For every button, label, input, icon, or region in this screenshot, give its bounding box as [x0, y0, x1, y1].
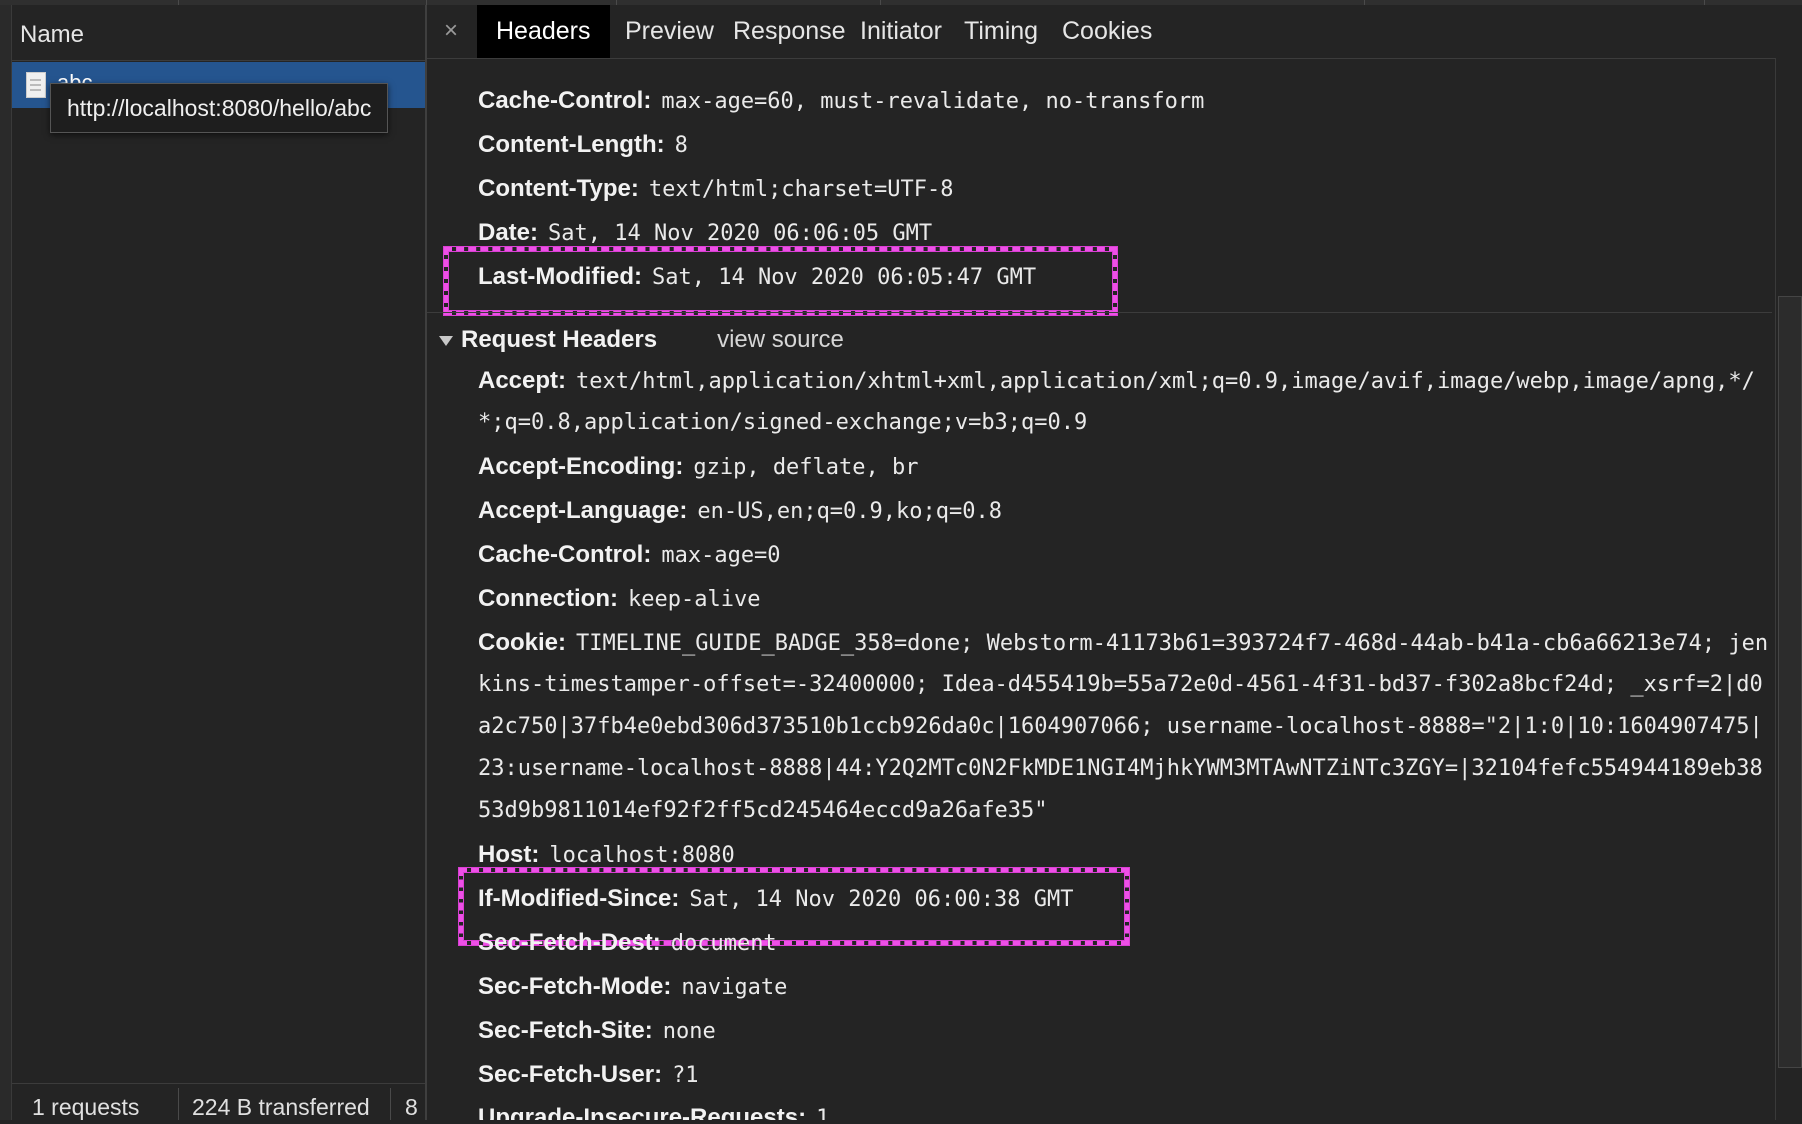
request-details-pane: × Headers Preview Response Initiator Tim… [427, 5, 1802, 1120]
request-headers-section[interactable]: Request Headers view source [439, 320, 844, 360]
header-name: Cookie: [478, 629, 567, 656]
header-name: Content-Type: [478, 175, 639, 202]
header-name: Content-Length: [478, 131, 665, 158]
header-value: max-age=0 [661, 543, 781, 568]
clipped-header-row: . [478, 58, 485, 64]
section-title: Request Headers [461, 326, 658, 353]
vertical-scrollbar[interactable] [1775, 58, 1802, 1120]
header-name: Sec-Fetch-Mode: [478, 973, 672, 1000]
header-name: Connection: [478, 585, 618, 612]
response-header-row: Content-Type: text/html;charset=UTF-8 [478, 167, 954, 211]
header-value: TIMELINE_GUIDE_BADGE_358=done; Webstorm-… [576, 631, 1769, 656]
header-name: Upgrade-Insecure-Requests: [478, 1104, 807, 1120]
header-name: Cache-Control: [478, 87, 652, 114]
header-name: Sec-Fetch-Dest: [478, 929, 661, 956]
header-value: document [670, 931, 777, 956]
header-value: ?1 [672, 1063, 699, 1088]
request-header-row: Sec-Fetch-User: ?1 [478, 1053, 699, 1097]
details-tab-bar: × Headers Preview Response Initiator Tim… [427, 5, 1802, 59]
response-header-row: Content-Length: 8 [478, 123, 688, 167]
highlight-last-modified [444, 247, 1117, 315]
status-divider [178, 1088, 179, 1120]
name-column-header[interactable]: Name [12, 5, 425, 61]
section-divider [427, 312, 1772, 313]
header-name: Cache-Control: [478, 541, 652, 568]
header-value: Sat, 14 Nov 2020 06:06:05 GMT [548, 221, 933, 246]
header-value: 1 [816, 1106, 830, 1120]
header-value-continuation: 23:username-localhost-8888|44:Y2Q2MTc0N2… [478, 756, 1763, 781]
tab-timing[interactable]: Timing [945, 5, 1057, 58]
header-value: en-US,en;q=0.9,ko;q=0.8 [697, 499, 1002, 524]
header-name: Accept-Encoding: [478, 453, 684, 480]
view-source-link[interactable]: view source [717, 326, 844, 353]
header-name: Host: [478, 841, 540, 868]
transferred-size: 224 B transferred [192, 1094, 370, 1120]
header-value: 8 [674, 133, 688, 158]
header-value: gzip, deflate, br [693, 455, 919, 480]
request-list-pane: Name abc http://localhost:8080/hello/abc… [12, 5, 427, 1120]
left-edge [0, 5, 12, 1120]
request-header-row: Sec-Fetch-Site: none [478, 1009, 716, 1053]
header-name: Accept: [478, 367, 567, 394]
status-bar: 1 requests 224 B transferred 8 [12, 1083, 425, 1124]
request-header-row: Sec-Fetch-Dest: document [478, 921, 777, 965]
header-value-continuation: a2c750|37fb4e0ebd306d373510b1ccb926da0c|… [478, 714, 1763, 739]
url-tooltip: http://localhost:8080/hello/abc [50, 83, 389, 133]
name-column-label: Name [20, 21, 85, 48]
status-trailing: 8 [405, 1094, 418, 1120]
scrollbar-thumb[interactable] [1778, 296, 1802, 1068]
request-header-row: Connection: keep-alive [478, 577, 760, 621]
header-name: Sec-Fetch-User: [478, 1061, 663, 1088]
headers-content: . Cache-Control: max-age=60, must-revalid… [427, 58, 1772, 1120]
tab-initiator[interactable]: Initiator [841, 5, 961, 58]
header-value: navigate [681, 975, 788, 1000]
header-value-continuation: *;q=0.8,application/signed-exchange;v=b3… [478, 410, 1088, 435]
header-name: Sec-Fetch-Site: [478, 1017, 653, 1044]
header-value: max-age=60, must-revalidate, no-transfor… [661, 89, 1205, 114]
header-name: Accept-Language: [478, 497, 688, 524]
response-header-row: Cache-Control: max-age=60, must-revalidat… [478, 79, 1204, 123]
header-value-continuation: 53d9b9811014ef92f2ff5cd245464eccd9a26afe… [478, 798, 1048, 823]
tab-headers[interactable]: Headers [477, 5, 610, 58]
close-icon[interactable]: × [444, 17, 458, 45]
header-value-continuation: kins-timestamper-offset=-32400000; Idea-… [478, 672, 1763, 697]
header-value: none [662, 1019, 716, 1044]
request-header-row: Cache-Control: max-age=0 [478, 533, 781, 577]
header-value: text/html;charset=UTF-8 [648, 177, 954, 202]
document-icon [26, 72, 46, 98]
header-value: text/html,application/xhtml+xml,applicat… [576, 369, 1755, 394]
request-header-row: Sec-Fetch-Mode: navigate [478, 965, 787, 1009]
header-value: keep-alive [627, 587, 761, 612]
request-header-row: Accept: text/html,application/xhtml+xml,a… [478, 359, 1755, 403]
header-name: Date: [478, 219, 539, 246]
request-count: 1 requests [32, 1094, 140, 1120]
request-header-row: Accept-Language: en-US,en;q=0.9,ko;q=0.8 [478, 489, 1002, 533]
request-header-row: Upgrade-Insecure-Requests: 1 [478, 1096, 829, 1120]
header-value: localhost:8080 [549, 843, 735, 868]
request-header-row: Accept-Encoding: gzip, deflate, br [478, 445, 919, 489]
collapse-triangle-icon[interactable] [439, 335, 453, 346]
status-divider [390, 1088, 391, 1120]
tab-cookies[interactable]: Cookies [1043, 5, 1171, 58]
request-header-row: Cookie: TIMELINE_GUIDE_BADGE_358=done; We… [478, 621, 1768, 665]
